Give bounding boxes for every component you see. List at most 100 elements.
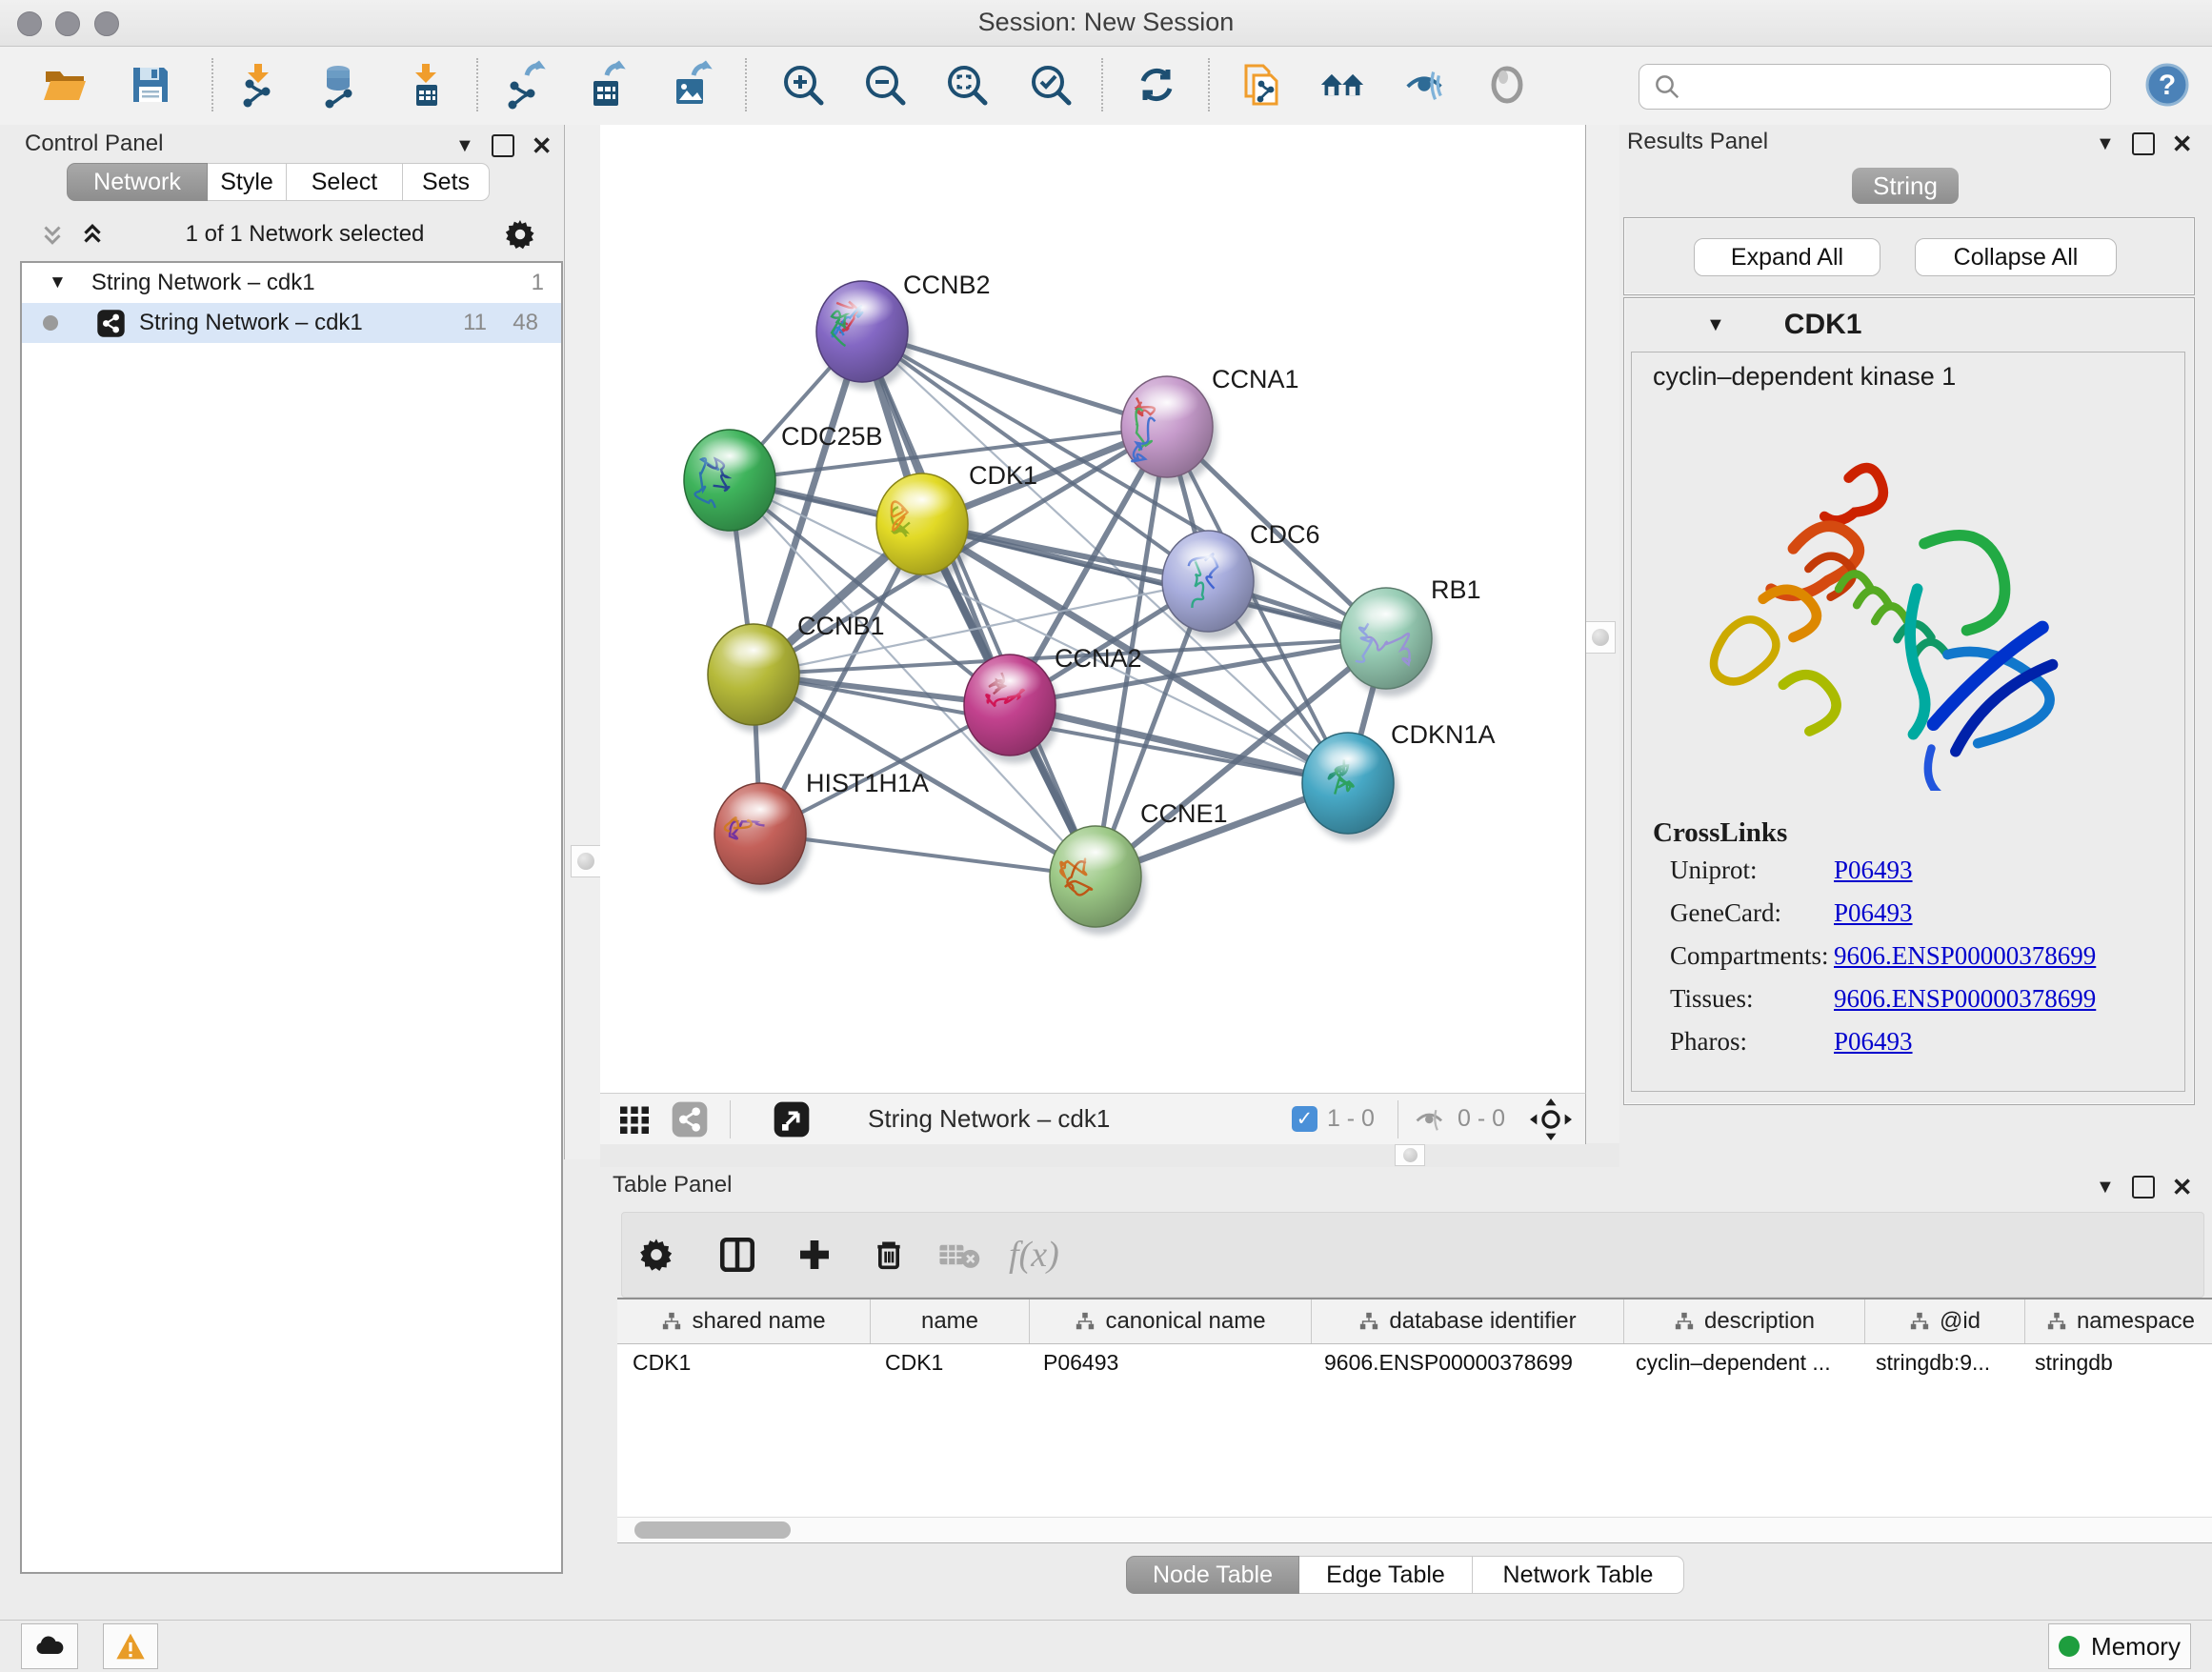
column-namespace-icon <box>1075 1311 1096 1332</box>
panel-float-icon[interactable] <box>2132 1176 2155 1199</box>
panel-menu-icon[interactable]: ▼ <box>2096 133 2115 155</box>
table-cell[interactable]: P06493 <box>1028 1350 1309 1376</box>
collapse-all-button[interactable]: Collapse All <box>1915 238 2117 276</box>
crosslink-link[interactable]: P06493 <box>1834 898 1913 928</box>
table-cell[interactable]: stringdb:9... <box>1860 1350 2020 1376</box>
open-session-button[interactable] <box>36 54 93 115</box>
section-expander-icon[interactable]: ▼ <box>1706 314 1725 336</box>
network-edge[interactable] <box>1010 705 1348 783</box>
grid-view-icon[interactable] <box>617 1102 652 1137</box>
copy-to-clipboard-button[interactable] <box>1233 54 1290 115</box>
show-all-networks-button[interactable] <box>1314 54 1371 115</box>
panel-menu-icon[interactable]: ▼ <box>2096 1177 2115 1199</box>
export-table-button[interactable] <box>578 54 635 115</box>
table-row[interactable]: CDK1CDK1P064939606.ENSP00000378699cyclin… <box>617 1344 2212 1380</box>
panel-close-icon[interactable]: ✕ <box>532 136 553 155</box>
show-selection-button[interactable] <box>1478 54 1536 115</box>
tab-edge-table[interactable]: Edge Table <box>1299 1556 1473 1594</box>
panel-float-icon[interactable] <box>492 134 514 157</box>
network-graph[interactable]: CCNB2CCNA1CDC25BCDK1CDC6RB1CCNB1CCNA2CDK… <box>600 125 1585 1093</box>
panel-menu-icon[interactable]: ▼ <box>455 135 474 157</box>
add-column-icon[interactable] <box>795 1236 834 1274</box>
tree-expander-icon[interactable]: ▼ <box>49 272 67 293</box>
tab-sets[interactable]: Sets <box>403 163 490 201</box>
search-input[interactable] <box>1689 72 2110 101</box>
export-network-button[interactable] <box>496 54 553 115</box>
crosslink-link[interactable]: 9606.ENSP00000378699 <box>1834 984 2096 1014</box>
table-cell[interactable]: CDK1 <box>617 1350 870 1376</box>
tab-style[interactable]: Style <box>208 163 287 201</box>
search-field[interactable] <box>1639 64 2111 110</box>
cloud-button[interactable] <box>21 1623 78 1669</box>
save-session-button[interactable] <box>122 54 179 115</box>
network-node-CCNE1[interactable]: CCNE1 <box>1050 799 1228 935</box>
table-gear-icon[interactable] <box>637 1236 675 1274</box>
panel-float-icon[interactable] <box>2132 132 2155 155</box>
crosslink-link[interactable]: P06493 <box>1834 856 1913 885</box>
right-splitter-handle[interactable] <box>1585 621 1616 654</box>
panel-close-icon[interactable]: ✕ <box>2172 134 2193 153</box>
column-header-name[interactable]: name <box>871 1299 1030 1343</box>
cloud-icon <box>33 1634 66 1659</box>
left-splitter[interactable] <box>564 125 601 1159</box>
left-splitter-handle[interactable] <box>571 845 601 877</box>
crosslink-link[interactable]: 9606.ENSP00000378699 <box>1834 941 2096 971</box>
selected-checkbox-icon[interactable]: ✓ <box>1292 1106 1317 1132</box>
network-node-CCNB1[interactable]: CCNB1 <box>708 612 885 733</box>
network-view-icon[interactable] <box>671 1100 709 1138</box>
network-node-CCNB2[interactable]: CCNB2 <box>816 271 991 390</box>
tab-select[interactable]: Select <box>287 163 403 201</box>
expand-all-button[interactable]: Expand All <box>1694 238 1880 276</box>
show-columns-icon[interactable] <box>717 1235 757 1275</box>
crosslink-link[interactable]: P06493 <box>1834 1027 1913 1057</box>
table-cell[interactable]: cyclin–dependent ... <box>1620 1350 1860 1376</box>
network-node-HIST1H1A[interactable]: HIST1H1A <box>714 769 929 892</box>
right-splitter[interactable] <box>1585 125 1621 1159</box>
export-image-button[interactable] <box>663 54 720 115</box>
panel-close-icon[interactable]: ✕ <box>2172 1178 2193 1197</box>
column-header-canonical-name[interactable]: canonical name <box>1030 1299 1312 1343</box>
network-node-CDKN1A[interactable]: CDKN1A <box>1302 720 1496 841</box>
column-header-shared-name[interactable]: shared name <box>617 1299 871 1343</box>
network-collection-row[interactable]: ▼ String Network – cdk1 1 <box>22 263 561 303</box>
table-horizontal-scrollbar[interactable] <box>617 1517 2212 1543</box>
tab-network[interactable]: Network <box>67 163 208 201</box>
column-header-namespace[interactable]: namespace <box>2025 1299 2212 1343</box>
node-label-CDC25B: CDC25B <box>781 422 883 451</box>
table-cell[interactable]: stringdb <box>2020 1350 2210 1376</box>
network-row[interactable]: String Network – cdk1 11 48 <box>22 303 561 343</box>
tab-string[interactable]: String <box>1852 168 1959 204</box>
import-table-button[interactable] <box>397 54 454 115</box>
zoom-fit-button[interactable] <box>938 54 995 115</box>
column-header-description[interactable]: description <box>1624 1299 1865 1343</box>
import-network-from-database-button[interactable] <box>310 54 367 115</box>
scrollbar-thumb[interactable] <box>634 1521 791 1539</box>
expand-all-icon[interactable] <box>78 220 107 249</box>
gear-icon[interactable] <box>503 217 537 252</box>
memory-button[interactable]: Memory <box>2048 1623 2191 1669</box>
import-network-button[interactable] <box>230 54 287 115</box>
hidden-eye-slash-icon[interactable] <box>1412 1103 1448 1136</box>
tab-node-table[interactable]: Node Table <box>1126 1556 1299 1594</box>
zoom-out-button[interactable] <box>856 54 914 115</box>
network-view-canvas[interactable]: CCNB2CCNA1CDC25BCDK1CDC6RB1CCNB1CCNA2CDK… <box>600 125 1586 1093</box>
zoom-in-button[interactable] <box>774 54 832 115</box>
column-header-database-identifier[interactable]: database identifier <box>1312 1299 1624 1343</box>
collapse-all-icon[interactable] <box>38 220 67 249</box>
tab-network-table[interactable]: Network Table <box>1473 1556 1684 1594</box>
birds-eye-view-icon[interactable] <box>773 1100 811 1138</box>
horizontal-splitter-handle[interactable] <box>1395 1144 1425 1166</box>
table-cell[interactable]: 9606.ENSP00000378699 <box>1309 1350 1620 1376</box>
gene-section-header[interactable]: ▼ CDK1 <box>1624 298 2194 352</box>
network-node-CDC6[interactable]: CDC6 <box>1162 520 1320 639</box>
fit-content-icon[interactable] <box>1530 1098 1572 1140</box>
refresh-button[interactable] <box>1128 54 1185 115</box>
warnings-button[interactable] <box>103 1623 158 1669</box>
zoom-selected-button[interactable] <box>1022 54 1079 115</box>
help-button[interactable]: ? <box>2139 54 2196 115</box>
network-node-RB1[interactable]: RB1 <box>1340 575 1481 696</box>
delete-column-icon[interactable] <box>870 1236 908 1274</box>
column-header--id[interactable]: @id <box>1865 1299 2025 1343</box>
hide-selection-button[interactable] <box>1397 54 1454 115</box>
table-cell[interactable]: CDK1 <box>870 1350 1028 1376</box>
